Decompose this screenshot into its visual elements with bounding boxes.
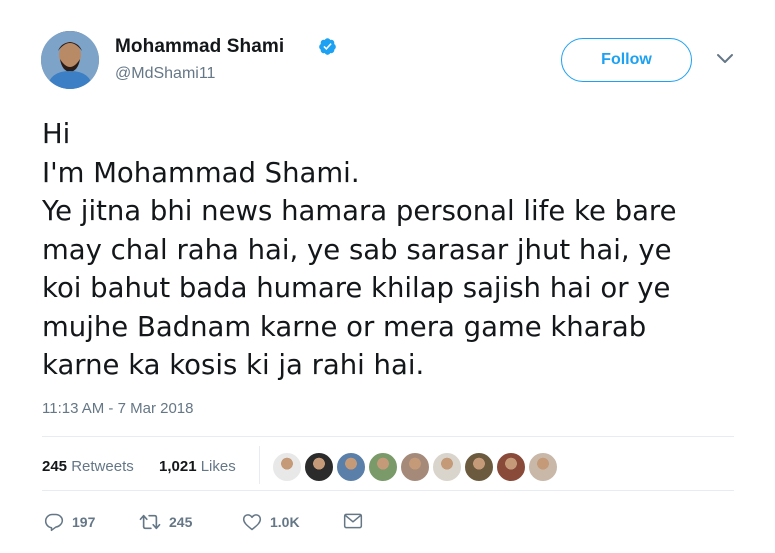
liker-avatar-8[interactable] — [496, 452, 526, 482]
follow-button[interactable]: Follow — [561, 38, 692, 82]
tweet-card: Mohammad Shami @MdShami11 Follow Hi I'm … — [0, 0, 775, 553]
reply-count: 197 — [72, 514, 96, 530]
envelope-icon — [343, 513, 363, 529]
retweets-stat[interactable]: 245 Retweets — [42, 458, 134, 475]
divider — [42, 490, 734, 491]
retweet-count: 245 — [169, 514, 193, 530]
retweet-button[interactable]: 245 — [139, 512, 192, 532]
like-count: 1.0K — [270, 514, 300, 530]
user-handle[interactable]: @MdShami11 — [115, 65, 215, 83]
display-name[interactable]: Mohammad Shami — [115, 36, 284, 58]
likes-stat[interactable]: 1,021 Likes — [159, 458, 236, 475]
likes-label: Likes — [200, 458, 236, 475]
chevron-down-icon[interactable] — [716, 53, 734, 65]
reply-button[interactable]: 197 — [44, 512, 95, 532]
liker-avatar-4[interactable] — [368, 452, 398, 482]
like-button[interactable]: 1.0K — [242, 512, 300, 532]
reply-icon — [44, 513, 64, 532]
verified-badge-icon — [319, 38, 336, 55]
retweets-count: 245 — [42, 458, 68, 475]
liker-avatar-3[interactable] — [336, 452, 366, 482]
retweets-label: Retweets — [71, 458, 134, 475]
liker-avatar-6[interactable] — [432, 452, 462, 482]
direct-message-button[interactable] — [343, 512, 371, 530]
liker-avatar-2[interactable] — [304, 452, 334, 482]
liker-avatar-5[interactable] — [400, 452, 430, 482]
liker-avatar-7[interactable] — [464, 452, 494, 482]
stats-separator — [259, 446, 260, 484]
retweet-icon — [139, 514, 161, 530]
tweet-timestamp[interactable]: 11:13 AM - 7 Mar 2018 — [42, 400, 193, 417]
tweet-text: Hi I'm Mohammad Shami. Ye jitna bhi news… — [42, 118, 677, 381]
liker-avatar-9[interactable] — [528, 452, 558, 482]
avatar[interactable] — [41, 31, 99, 89]
likes-count: 1,021 — [159, 458, 197, 475]
liker-avatar-1[interactable] — [272, 452, 302, 482]
divider — [42, 436, 734, 437]
heart-icon — [242, 514, 262, 531]
